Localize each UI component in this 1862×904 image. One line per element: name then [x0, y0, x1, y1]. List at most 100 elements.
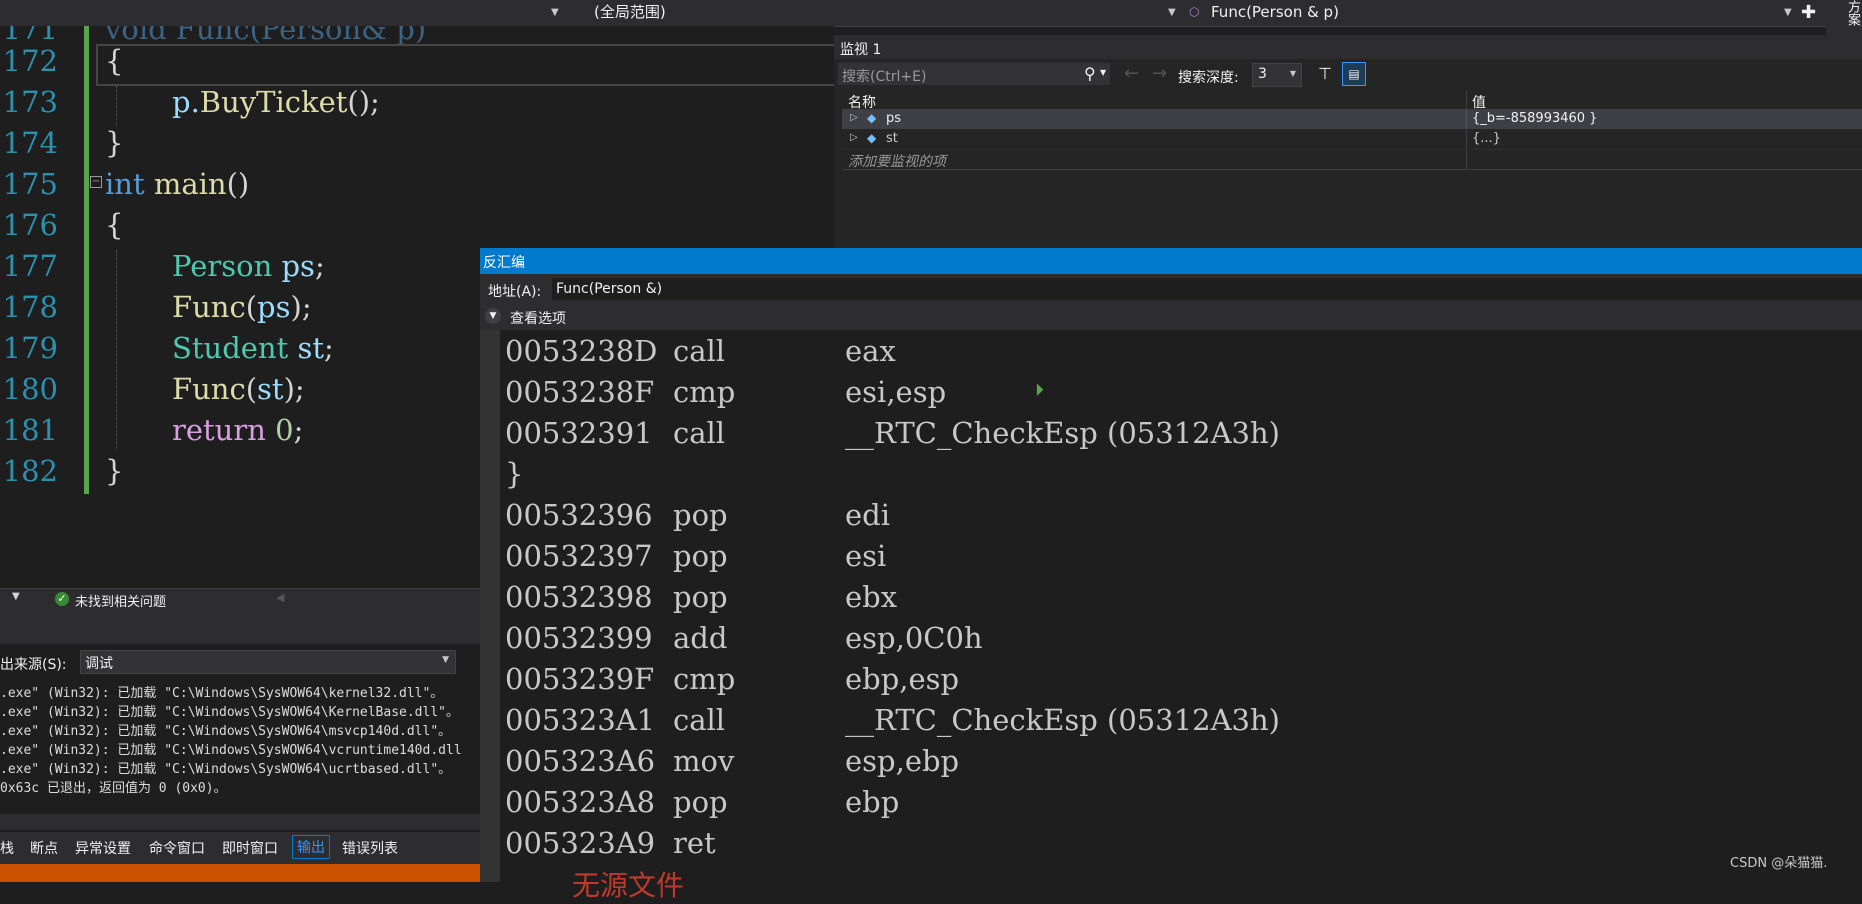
disasm-opcode: mov [673, 744, 735, 778]
watch-title: 监视 1 [840, 42, 882, 58]
output-source-dropdown[interactable]: 调试 ▼ [80, 650, 456, 674]
view-options-label[interactable]: 查看选项 [510, 308, 566, 328]
line-number: 179 [2, 331, 58, 365]
line-number: 171 [2, 26, 58, 46]
watch-row-value[interactable]: {...} [1472, 131, 1501, 146]
watch-row[interactable]: ▷ ◆ st {...} [842, 130, 1862, 150]
address-input[interactable]: Func(Person &) [552, 278, 1862, 300]
disasm-address: 005323A9 [505, 826, 656, 860]
indent-guide [116, 250, 117, 450]
address-bar: 地址(A): Func(Person &) [480, 274, 1862, 304]
expand-icon[interactable]: ▷ [850, 112, 858, 123]
forward-arrow-icon[interactable]: → [1152, 63, 1167, 84]
disasm-line[interactable]: 005323A1 call __RTC_CheckEsp (05312A3h) [505, 703, 1280, 737]
watch-row-name: ps [886, 111, 902, 126]
watch-header: 名称 值 [842, 91, 1862, 112]
code-line: { [105, 208, 124, 242]
output-line: .exe" (Win32): 已加载 "C:\Windows\SysWOW64\… [0, 705, 459, 720]
no-source-file-text: 无源文件 [572, 869, 685, 902]
pin-icon[interactable]: ⊤ [1318, 64, 1332, 83]
chevron-down-icon[interactable]: ▼ [551, 2, 559, 23]
disasm-line[interactable]: 005323A8 pop ebp [505, 785, 899, 819]
hex-view-icon[interactable]: ▤ [1342, 62, 1366, 86]
disasm-operand: ebp [845, 785, 900, 819]
disasm-address: 0053238D [505, 334, 658, 368]
watch-title-bar: 监视 1 [834, 35, 1862, 59]
disasm-operand: esi,esp [845, 375, 947, 409]
chevron-down-icon[interactable]: ▼ [1168, 2, 1176, 23]
chevron-down-icon: ▼ [1289, 69, 1296, 78]
split-icon[interactable]: ✚ [1801, 2, 1816, 23]
watch-row-value[interactable]: {_b=-858993460 } [1472, 111, 1597, 126]
collapse-icon[interactable]: − [90, 176, 102, 188]
disasm-opcode: add [673, 621, 728, 655]
disasm-operand: esp,ebp [845, 744, 960, 778]
code-line: } [105, 126, 124, 160]
disasm-address: 005323A8 [505, 785, 656, 819]
add-watch-placeholder[interactable]: 添加要监视的项 [848, 151, 946, 171]
expand-icon[interactable]: ▷ [850, 132, 858, 143]
chevron-down-icon[interactable]: ▼ [12, 591, 20, 602]
line-number: 176 [2, 208, 58, 242]
disasm-line[interactable]: 00532399 add esp,0C0h [505, 621, 983, 655]
line-number: 174 [2, 126, 58, 160]
disasm-line[interactable]: 0053238F cmp esi,esp [505, 375, 946, 409]
disasm-address: 00532399 [505, 621, 653, 655]
issues-status[interactable]: 未找到相关问题 [75, 591, 166, 610]
tab-exception-settings[interactable]: 异常设置 [75, 838, 131, 858]
disasm-address: 0053238F [505, 375, 655, 409]
watch-row-name: st [886, 131, 898, 146]
disassembly-margin [480, 330, 500, 882]
code-line: { [105, 44, 124, 78]
chevron-down-icon[interactable]: ▼ [1100, 68, 1106, 77]
column-name[interactable]: 名称 [848, 92, 876, 112]
chevron-down-icon[interactable]: ▼ [485, 308, 501, 324]
solution-explorer-tab[interactable]: 方案 [1826, 0, 1862, 40]
scroll-left-icon[interactable]: ◀ [276, 591, 284, 604]
tab-error-list[interactable]: 错误列表 [342, 838, 398, 858]
column-value[interactable]: 值 [1472, 92, 1486, 112]
disasm-line[interactable]: 0053239F cmp ebp,esp [505, 662, 959, 696]
back-arrow-icon[interactable]: ← [1124, 63, 1139, 84]
disasm-line[interactable]: 00532398 pop ebx [505, 580, 897, 614]
code-line: int main() [105, 167, 250, 201]
disasm-line[interactable]: 0053238D call eax [505, 334, 896, 368]
search-icon[interactable]: ⚲ [1084, 64, 1096, 83]
watch-search-input[interactable]: 搜索(Ctrl+E) [842, 66, 926, 86]
disassembly-title-bar: 反汇编 [480, 248, 1862, 274]
address-value: Func(Person &) [556, 281, 663, 297]
function-dropdown[interactable]: Func(Person & p) [1211, 2, 1339, 23]
disasm-line[interactable]: 005323A6 mov esp,ebp [505, 744, 959, 778]
line-number: 182 [2, 454, 58, 488]
chevron-down-icon[interactable]: ▼ [1784, 2, 1792, 23]
watch-search-box[interactable]: 搜索(Ctrl+E) ⚲ ▼ [838, 63, 1110, 85]
output-line: 0x63c 已退出，返回值为 0 (0x0)。 [0, 781, 227, 796]
disasm-line[interactable]: 005323A9 ret [505, 826, 716, 860]
watch-row[interactable]: ▷ ◆ ps {_b=-858993460 } [842, 110, 1862, 129]
tab-command-window[interactable]: 命令窗口 [149, 838, 205, 858]
status-bar [0, 864, 480, 882]
line-number: 175 [2, 167, 58, 201]
disasm-line[interactable]: 00532396 pop edi [505, 498, 890, 532]
disasm-opcode: pop [673, 498, 728, 532]
disasm-opcode: ret [673, 826, 716, 860]
disasm-address: 00532396 [505, 498, 653, 532]
code-line: void Func(Person& p) [105, 26, 427, 46]
tab-call-stack[interactable]: 栈 [0, 838, 14, 858]
tab-breakpoints[interactable]: 断点 [30, 838, 58, 858]
tab-immediate-window[interactable]: 即时窗口 [222, 838, 278, 858]
line-number: 181 [2, 413, 58, 447]
watch-add-row[interactable]: 添加要监视的项 [842, 150, 1862, 170]
line-number: 180 [2, 372, 58, 406]
disasm-line[interactable]: 00532397 pop esi [505, 539, 886, 573]
scope-dropdown[interactable]: (全局范围) [594, 2, 666, 23]
tab-output[interactable]: 输出 [292, 835, 330, 859]
disasm-operand: ebx [845, 580, 898, 614]
disasm-source-line: } [505, 457, 524, 491]
code-line: Student st; [172, 331, 334, 365]
disasm-line[interactable]: 00532391 call __RTC_CheckEsp (05312A3h) [505, 416, 1280, 450]
code-line: Func(st); [172, 372, 305, 406]
disasm-address: 00532398 [505, 580, 653, 614]
search-depth-dropdown[interactable]: 3 ▼ [1252, 63, 1302, 87]
horizontal-scrollbar[interactable] [0, 814, 480, 830]
